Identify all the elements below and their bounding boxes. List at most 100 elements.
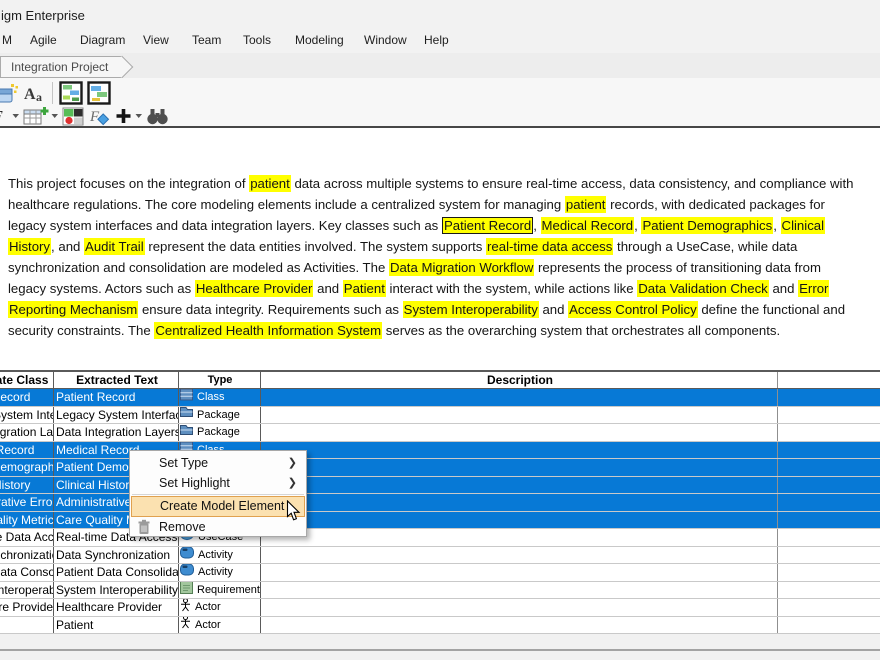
- plus-icon[interactable]: [114, 107, 133, 125]
- highlighted-term: Healthcare Provider: [195, 280, 314, 297]
- row-spacer-cell: [777, 442, 880, 459]
- tab-integration-project[interactable]: Integration Project: [0, 56, 122, 78]
- highlighted-term: Medical Record: [541, 217, 635, 234]
- title-bar: igm Enterprise: [0, 0, 880, 30]
- package-type-icon: [180, 407, 193, 424]
- table-row[interactable]: PatientActor: [0, 617, 880, 635]
- menu-bar: M Agile Diagram View Team Tools Modeling Window…: [0, 30, 880, 53]
- candidate-class-cell: Legacy System Interfaces: [0, 407, 53, 424]
- menu-item-view[interactable]: View: [143, 33, 169, 47]
- window-title: igm Enterprise: [1, 8, 85, 23]
- candidate-class-value: Clinical History: [0, 477, 30, 493]
- candidate-class-cell: Medical Record: [0, 442, 53, 459]
- description-cell[interactable]: [260, 407, 777, 424]
- trash-icon: [137, 519, 151, 541]
- menu-item-m[interactable]: M: [2, 33, 12, 47]
- candidate-class-value: Data Synchronization: [0, 547, 53, 563]
- dropdown-caret-icon[interactable]: [12, 113, 20, 119]
- highlighted-term: Centralized Health Information System: [154, 322, 382, 339]
- toolbar: Aa F F: [0, 78, 880, 126]
- binoculars-icon[interactable]: [146, 107, 169, 126]
- plain-text: This project focuses on the integration …: [8, 176, 249, 191]
- visual-paradigm-window: { "window": { "title": "igm Enterprise" …: [0, 0, 880, 660]
- menu-item-agile[interactable]: Agile: [30, 33, 57, 47]
- dropdown-caret-icon[interactable]: [51, 113, 59, 119]
- candidate-class-value: Care Quality Metric: [0, 512, 53, 528]
- candidate-class-cell: Patient Data Consolidation: [0, 564, 53, 581]
- description-cell[interactable]: [260, 599, 777, 616]
- new-model-icon[interactable]: [0, 83, 19, 104]
- description-cell[interactable]: [260, 564, 777, 581]
- menu-item-tools[interactable]: Tools: [243, 33, 271, 47]
- context-menu-item-create-model-element[interactable]: Create Model Element: [131, 496, 305, 517]
- text-line: This project focuses on the integration …: [8, 173, 880, 194]
- highlighted-term: Clinical: [781, 217, 826, 234]
- table-row[interactable]: System InteroperabilitySystem Interopera…: [0, 582, 880, 600]
- menu-item-diagram[interactable]: Diagram: [80, 33, 125, 47]
- type-cell: Actor: [178, 617, 260, 634]
- description-cell[interactable]: [260, 442, 777, 459]
- extracted-text-cell: Patient Data Consolidation: [53, 564, 178, 581]
- candidate-class-value: Healthcare Provider: [0, 599, 53, 615]
- table-row[interactable]: Data Integration LayersData Integration …: [0, 424, 880, 442]
- table-row[interactable]: Healthcare ProviderHealthcare ProviderAc…: [0, 599, 880, 617]
- plain-text: ensure data integrity. Requirements such…: [138, 302, 402, 317]
- text-line: security constraints. The Centralized He…: [8, 320, 880, 341]
- description-cell[interactable]: [260, 547, 777, 564]
- plain-text: ,: [533, 218, 540, 233]
- description-cell[interactable]: [260, 582, 777, 599]
- description-cell[interactable]: [260, 617, 777, 634]
- plain-text: serves as the overarching system that or…: [382, 323, 780, 338]
- context-menu-item-set-type[interactable]: Set Type❯: [130, 453, 306, 473]
- highlighted-term: Patient Record: [442, 217, 533, 234]
- description-cell[interactable]: [260, 529, 777, 546]
- type-label: Actor: [195, 617, 221, 633]
- plain-text: and: [313, 281, 342, 296]
- column-header-type[interactable]: Type: [178, 372, 260, 388]
- table-row[interactable]: Patient Data ConsolidationPatient Data C…: [0, 564, 880, 582]
- table-row[interactable]: Legacy System InterfacesLegacy System In…: [0, 407, 880, 425]
- plain-text: ,: [773, 218, 780, 233]
- candidate-class-value: System Interoperability: [0, 582, 53, 598]
- context-menu-item-label: Set Highlight: [159, 476, 230, 490]
- plain-text: represents the process of transitioning …: [534, 260, 821, 275]
- description-cell[interactable]: [260, 424, 777, 441]
- class-type-icon: [180, 389, 193, 406]
- color-chart-icon[interactable]: [62, 106, 85, 127]
- submenu-arrow-icon: ❯: [288, 473, 297, 493]
- dropdown-caret-icon[interactable]: [135, 113, 143, 119]
- context-menu-item-remove[interactable]: Remove: [130, 517, 306, 537]
- table-add-icon[interactable]: [23, 106, 49, 126]
- highlighted-term: System Interoperability: [403, 301, 539, 318]
- candidate-class-cell: Patient Demographics: [0, 459, 53, 476]
- description-cell[interactable]: [260, 512, 777, 529]
- requirement-type-icon: [180, 582, 193, 599]
- submenu-arrow-icon: ❯: [288, 453, 297, 473]
- diagram-overview-icon[interactable]: [87, 81, 111, 105]
- font-icon[interactable]: Aa: [23, 82, 46, 104]
- column-header-extracted-text[interactable]: Extracted Text: [53, 372, 178, 388]
- description-cell[interactable]: [260, 459, 777, 476]
- description-cell[interactable]: [260, 477, 777, 494]
- row-spacer-cell: [777, 512, 880, 529]
- pane-bottom-area: [0, 634, 880, 660]
- column-header-candidate-class[interactable]: Candidate Class: [0, 372, 53, 388]
- format-painter-icon[interactable]: F: [89, 106, 110, 126]
- menu-item-help[interactable]: Help: [424, 33, 449, 47]
- table-row[interactable]: Patient RecordPatient RecordClass: [0, 389, 880, 407]
- row-spacer-cell: [777, 564, 880, 581]
- menu-item-team[interactable]: Team: [192, 33, 221, 47]
- menu-item-window[interactable]: Window: [364, 33, 407, 47]
- context-menu-item-set-highlight[interactable]: Set Highlight ❯: [130, 473, 306, 493]
- plain-text: and: [769, 281, 798, 296]
- format-f-icon[interactable]: F: [0, 106, 10, 126]
- menu-item-modeling[interactable]: Modeling: [295, 33, 344, 47]
- description-cell[interactable]: [260, 389, 777, 406]
- column-header-description[interactable]: Description: [260, 372, 777, 388]
- text-analysis-pane: This project focuses on the integration …: [0, 128, 880, 660]
- table-row[interactable]: Data SynchronizationData Synchronization…: [0, 547, 880, 565]
- type-label: Requirement: [197, 582, 260, 598]
- diagram-thumbnail-icon[interactable]: [59, 81, 83, 105]
- row-spacer-cell: [777, 494, 880, 511]
- description-cell[interactable]: [260, 494, 777, 511]
